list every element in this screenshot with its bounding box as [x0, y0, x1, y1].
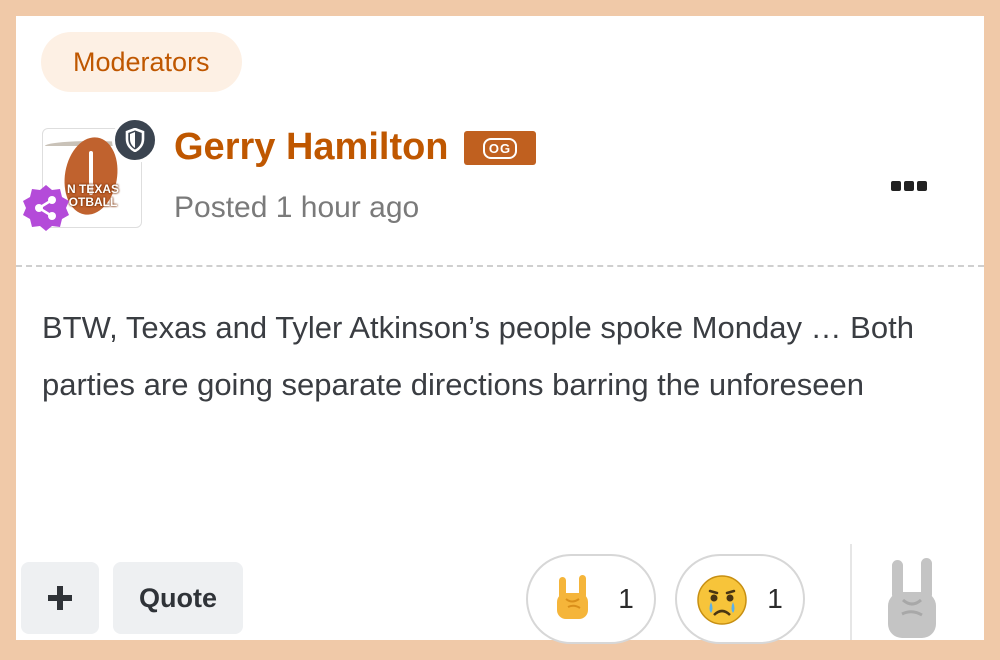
post-body: BTW, Texas and Tyler Atkinson’s people s…	[42, 310, 914, 402]
reaction-hook-em[interactable]: 1	[526, 554, 656, 644]
quote-button[interactable]: Quote	[113, 562, 243, 634]
post-card: Moderators N TEXAS OTBALL Gerry Hamilton…	[16, 16, 984, 644]
header-divider	[16, 265, 984, 267]
add-button[interactable]	[21, 562, 99, 634]
reaction-crying[interactable]: 1	[675, 554, 805, 644]
ellipsis-icon[interactable]	[884, 174, 934, 198]
og-badge-label: OG	[482, 137, 518, 159]
hook-em-hand-icon[interactable]	[882, 556, 942, 640]
reaction-count: 1	[767, 583, 783, 614]
share-icon[interactable]	[21, 183, 71, 233]
author-name[interactable]: Gerry Hamilton	[174, 122, 449, 172]
og-badge: OG	[464, 131, 536, 165]
group-badge[interactable]: Moderators	[41, 32, 242, 92]
reaction-count: 1	[618, 583, 634, 614]
crying-face-icon	[697, 575, 747, 625]
reaction-divider	[850, 544, 852, 640]
hook-em-hand-icon	[557, 575, 588, 619]
post-timestamp[interactable]: Posted 1 hour ago	[174, 188, 419, 228]
shield-icon	[112, 117, 158, 163]
plus-icon	[48, 586, 72, 610]
